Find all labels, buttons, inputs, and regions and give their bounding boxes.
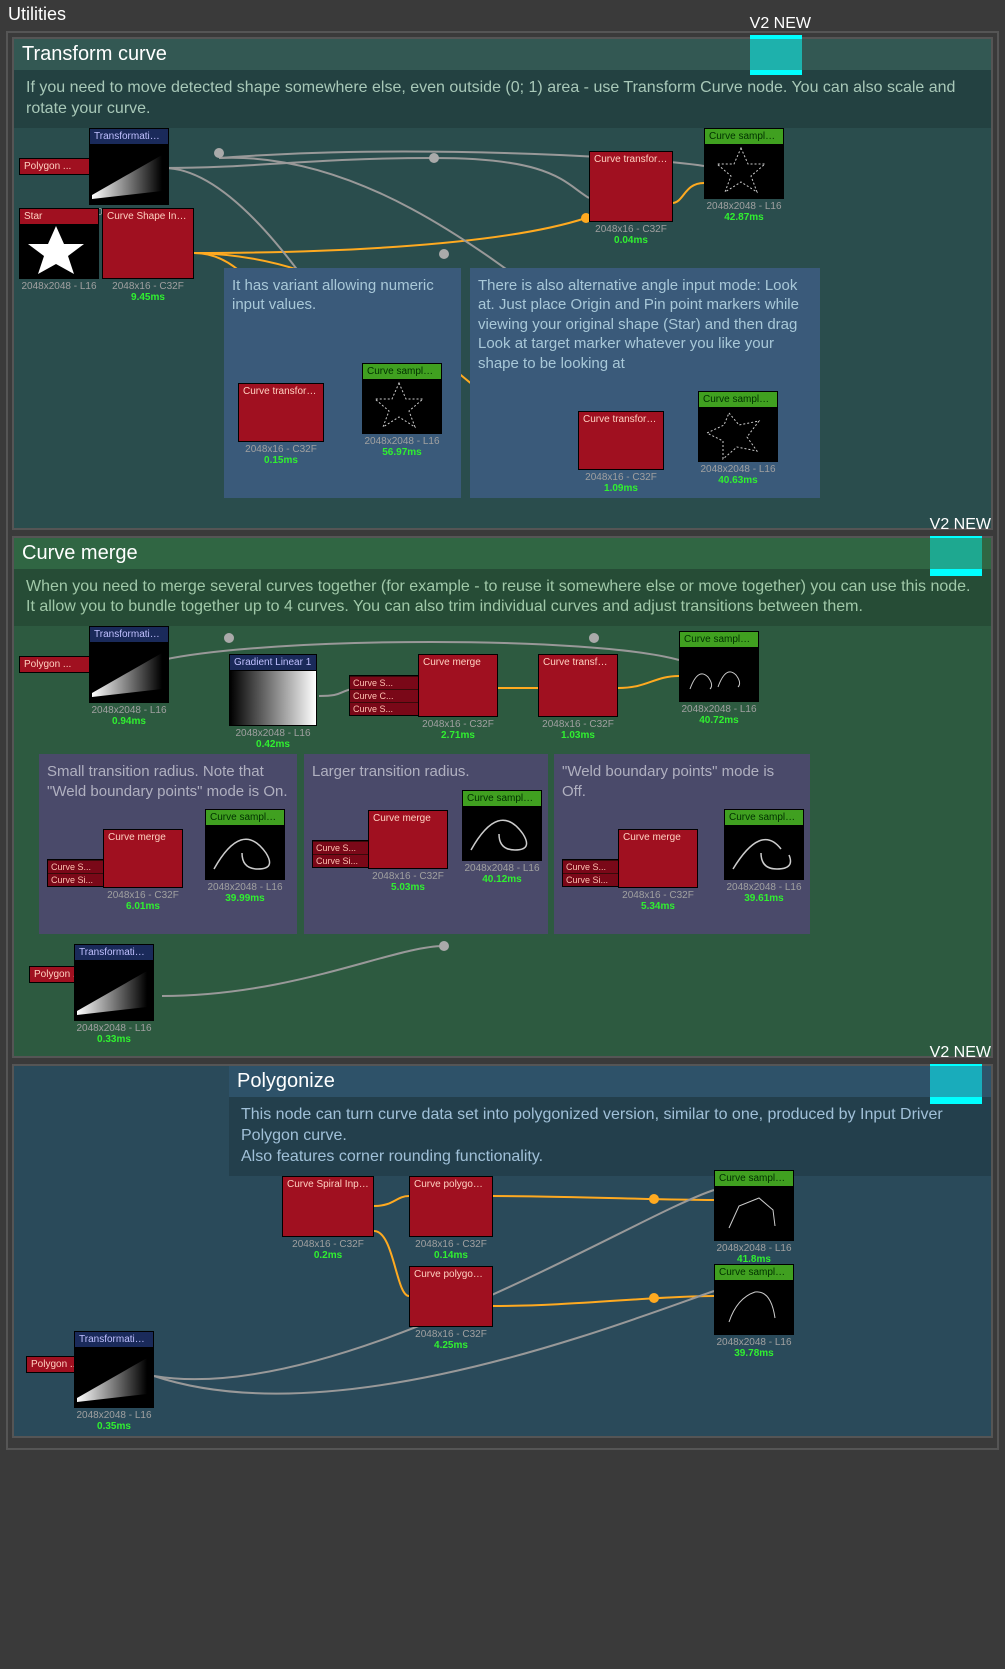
node-curve-sampler[interactable]: Curve sampler (Gr... 2048x2048 - L16 42.… <box>704 128 784 223</box>
page-title: Utilities <box>0 0 1005 29</box>
node-curve-merge[interactable]: Curve merge2048x16 - C32F5.34ms <box>618 829 698 912</box>
node-curve-shape-input[interactable]: Curve Shape Input ... 2048x16 - C32F 9.4… <box>102 208 194 303</box>
sub-panel-numeric-input: It has variant allowing numeric input va… <box>224 268 461 498</box>
node-graph-canvas[interactable]: Curve Spiral Input ... 2048x16 - C32F 0.… <box>14 1176 991 1436</box>
section-polygonize: V2 NEW Polygonize This node can turn cur… <box>12 1064 993 1437</box>
section-description: If you need to move detected shape somew… <box>14 70 991 128</box>
node-polygon[interactable]: Polygon ... <box>19 158 99 175</box>
node-transformation-2d[interactable]: Transformation 2D 2048x2048 - L16 0.35ms <box>74 1331 154 1432</box>
section-header: Transform curve <box>14 39 991 70</box>
node-transformation-2d[interactable]: Transformation 2D 2048x2048 - L16 0.94ms <box>89 626 169 727</box>
section-header: Polygonize <box>229 1066 991 1097</box>
node-curve-merge[interactable]: Curve merge 2048x16 - C32F 6.01ms <box>103 829 183 912</box>
section-description: When you need to merge several curves to… <box>14 569 991 627</box>
section-curve-merge: V2 NEW Curve merge When you need to merg… <box>12 536 993 1059</box>
sub-panel-lookat: There is also alternative angle input mo… <box>470 268 820 498</box>
section-title: Polygonize <box>237 1070 335 1093</box>
node-transformation-2d[interactable]: Transformation 2D 2048x2048 - L16 0.33ms <box>74 944 154 1045</box>
node-curve-transform[interactable]: Curve transform (... 2048x16 - C32F 1.03… <box>538 654 618 741</box>
node-curve-polygonize[interactable]: Curve polygonize 2048x16 - C32F 4.25ms <box>409 1266 493 1351</box>
section-description: This node can turn curve data set into p… <box>229 1097 991 1175</box>
section-header: Curve merge <box>14 538 991 569</box>
node-curve-shape-stack[interactable]: Curve S... Curve C... Curve S... <box>349 675 429 716</box>
node-curve-sampler[interactable]: Curve sampler (Gr... 2048x2048 - L16 41.… <box>714 1170 794 1265</box>
node-graph-canvas[interactable]: Polygon ... Transformation 2D 2048x2048 … <box>14 626 991 1056</box>
node-curve-merge[interactable]: Curve merge2048x16 - C32F5.03ms <box>368 810 448 893</box>
node-gradient-linear[interactable]: Gradient Linear 1 2048x2048 - L16 0.42ms <box>229 654 317 750</box>
outer-container: V2 NEW Transform curve If you need to mo… <box>6 31 999 1450</box>
node-graph-canvas[interactable]: Polygon ... Transformation 2D 2048x2048 … <box>14 128 991 528</box>
node-curve-sampler[interactable]: Curve sampler (Gr... 2048x2048 - L16 40.… <box>679 631 759 726</box>
node-curve-transform[interactable]: Curve transform (... 2048x16 - C32F 0.04… <box>589 151 673 246</box>
node-star[interactable]: Star 2048x2048 - L16 <box>19 208 99 292</box>
node-curve-transform[interactable]: Curve transform (... 2048x16 - C32F 0.15… <box>238 383 324 466</box>
sub-panel-weld-off: "Weld boundary points" mode is Off. Curv… <box>554 754 810 934</box>
node-curve-spiral-input[interactable]: Curve Spiral Input ... 2048x16 - C32F 0.… <box>282 1176 374 1261</box>
section-title: Curve merge <box>22 542 138 565</box>
node-curve-sampler[interactable]: Curve sampler (Gr... 2048x2048 - L16 39.… <box>714 1264 794 1359</box>
node-curve-sampler[interactable]: Curve sampler (Gr...2048x2048 - L1640.12… <box>462 790 542 885</box>
sub-panel-large-radius: Larger transition radius. Curve S...Curv… <box>304 754 548 934</box>
node-curve-sampler[interactable]: Curve sampler (Gr... 2048x2048 - L16 39.… <box>205 809 285 904</box>
node-polygon[interactable]: Polygon ... <box>19 656 99 673</box>
sub-panel-small-radius: Small transition radius. Note that "Weld… <box>39 754 297 934</box>
node-curve-sampler[interactable]: Curve sampler (Gr...2048x2048 - L1639.61… <box>724 809 804 904</box>
node-curve-merge[interactable]: Curve merge 2048x16 - C32F 2.71ms <box>418 654 498 741</box>
section-title: Transform curve <box>22 43 167 66</box>
node-curve-polygonize[interactable]: Curve polygonize 2048x16 - C32F 0.14ms <box>409 1176 493 1261</box>
node-curve-sampler[interactable]: Curve sampler (Gr... 2048x2048 - L16 56.… <box>362 363 442 458</box>
node-curve-transform[interactable]: Curve transform (... 2048x16 - C32F 1.09… <box>578 411 664 494</box>
section-transform-curve: V2 NEW Transform curve If you need to mo… <box>12 37 993 530</box>
node-curve-sampler[interactable]: Curve sampler (Gr... 2048x2048 - L16 40.… <box>698 391 778 486</box>
